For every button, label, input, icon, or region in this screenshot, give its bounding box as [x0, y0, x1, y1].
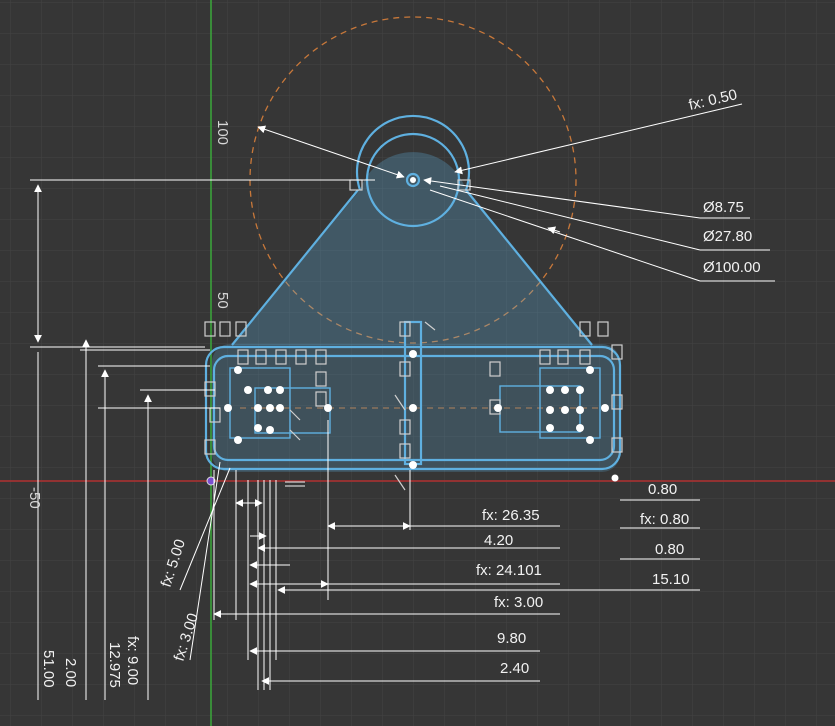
dim-dia-8-75[interactable]: Ø8.75 — [703, 199, 744, 216]
dim-2-00[interactable]: 2.00 — [62, 658, 79, 687]
dim-4-20[interactable]: 4.20 — [484, 532, 513, 549]
dim-9-80[interactable]: 9.80 — [497, 630, 526, 647]
dim-51-00[interactable]: 51.00 — [40, 650, 57, 688]
dim-fx-24-101[interactable]: fx: 24.101 — [476, 562, 542, 579]
dim-dia-27-80[interactable]: Ø27.80 — [703, 228, 752, 245]
sketch-canvas[interactable]: 100 50 -50 fx: 0.50 Ø8.75 Ø27.80 Ø100.00… — [0, 0, 835, 726]
dim-fx-26-35[interactable]: fx: 26.35 — [482, 507, 540, 524]
dim-12-975[interactable]: 12.975 — [106, 642, 123, 688]
dim-fx-9-00[interactable]: fx: 9.00 — [124, 636, 141, 685]
dim-dia-100[interactable]: Ø100.00 — [703, 259, 761, 276]
dim-fx-3-00-h[interactable]: fx: 3.00 — [494, 594, 543, 611]
ruler-label-minus-50: -50 — [26, 487, 43, 509]
dim-2-40[interactable]: 2.40 — [500, 660, 529, 677]
dim-0-80-b[interactable]: 0.80 — [655, 541, 684, 558]
dim-15-10[interactable]: 15.10 — [652, 571, 690, 588]
ruler-label-50: 50 — [214, 292, 231, 309]
ruler-label-100: 100 — [214, 120, 231, 145]
dim-fx-0-80[interactable]: fx: 0.80 — [640, 511, 689, 528]
dim-0-80-a[interactable]: 0.80 — [648, 481, 677, 498]
